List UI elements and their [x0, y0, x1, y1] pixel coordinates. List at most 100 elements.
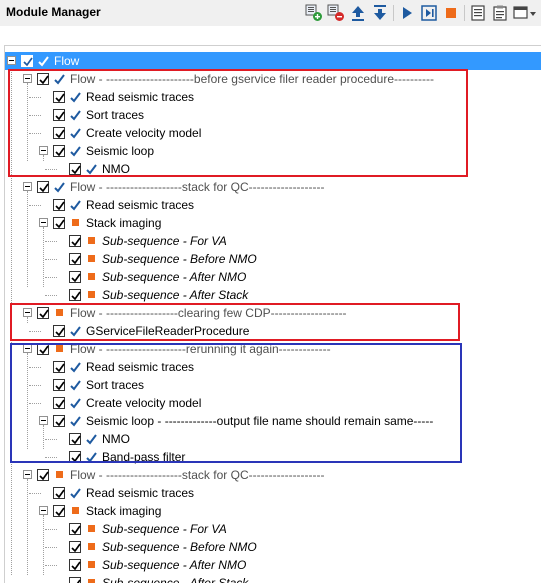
enable-checkbox[interactable]: [69, 235, 81, 247]
move-up-button[interactable]: [349, 4, 367, 22]
tree-row-module[interactable]: NMO: [5, 160, 541, 178]
collapse-toggle-icon[interactable]: [23, 470, 32, 479]
enable-checkbox[interactable]: [69, 559, 81, 571]
collapse-toggle-icon[interactable]: [23, 182, 32, 191]
tree-connector: [29, 205, 41, 206]
enable-checkbox[interactable]: [37, 307, 49, 319]
check-status-icon: [70, 486, 82, 500]
tree-row-module[interactable]: Create velocity model: [5, 124, 541, 142]
clipboard-button[interactable]: [491, 4, 509, 22]
tree-row-module[interactable]: Read seismic traces: [5, 196, 541, 214]
collapse-toggle-icon[interactable]: [39, 506, 48, 515]
tree-row-flow[interactable]: Flow: [5, 52, 541, 70]
tree-row-subsequence[interactable]: Sub-sequence - After NMO: [5, 268, 541, 286]
tree-row-flow[interactable]: Flow - ------------------clearing few CD…: [5, 304, 541, 322]
enable-checkbox[interactable]: [53, 505, 65, 517]
add-module-icon: [305, 4, 322, 21]
tree-row-flow[interactable]: Flow - -------------------stack for QC--…: [5, 466, 541, 484]
tree-row-subsequence[interactable]: Sub-sequence - Before NMO: [5, 250, 541, 268]
enable-checkbox[interactable]: [69, 451, 81, 463]
enable-checkbox[interactable]: [53, 379, 65, 391]
enable-checkbox[interactable]: [53, 109, 65, 121]
enable-checkbox[interactable]: [69, 433, 81, 445]
check-status-icon: [70, 324, 82, 338]
tree-row-module[interactable]: Read seismic traces: [5, 88, 541, 106]
tree-row-module[interactable]: Band-pass filter: [5, 448, 541, 466]
remove-module-button[interactable]: [327, 4, 345, 22]
module-manager-header: Module Manager: [0, 0, 541, 26]
tree-row-label: Sort traces: [86, 108, 145, 122]
enable-checkbox[interactable]: [53, 325, 65, 337]
tree-row-subsequence[interactable]: Sub-sequence - After Stack: [5, 286, 541, 304]
stopped-status-icon: [88, 543, 95, 550]
tree-row-subsequence[interactable]: Sub-sequence - After Stack: [5, 574, 541, 583]
tree-row-subsequence[interactable]: Sub-sequence - After NMO: [5, 556, 541, 574]
tree-row-module[interactable]: Seismic loop: [5, 142, 541, 160]
tree-row-flow[interactable]: Flow - --------------------rerunning it …: [5, 340, 541, 358]
tree-connector: [45, 529, 57, 530]
collapse-toggle-icon[interactable]: [23, 308, 32, 317]
enable-checkbox[interactable]: [69, 541, 81, 553]
tree-row-module[interactable]: Stack imaging: [5, 214, 541, 232]
enable-checkbox[interactable]: [53, 145, 65, 157]
stopped-status-icon: [88, 237, 95, 244]
collapse-toggle-icon[interactable]: [7, 56, 16, 65]
tree-row-label: Flow - --------------------rerunning it …: [70, 342, 331, 356]
enable-checkbox[interactable]: [21, 55, 33, 67]
enable-checkbox[interactable]: [69, 523, 81, 535]
tree-row-flow[interactable]: Flow - -------------------stack for QC--…: [5, 178, 541, 196]
tree-row-subsequence[interactable]: Sub-sequence - For VA: [5, 232, 541, 250]
enable-checkbox[interactable]: [69, 163, 81, 175]
tree-row-label: Stack imaging: [86, 216, 162, 230]
tree-row-module[interactable]: Seismic loop - -------------output file …: [5, 412, 541, 430]
enable-checkbox[interactable]: [53, 127, 65, 139]
enable-checkbox[interactable]: [37, 181, 49, 193]
enable-checkbox[interactable]: [53, 397, 65, 409]
enable-checkbox[interactable]: [37, 469, 49, 481]
run-button[interactable]: [398, 4, 416, 22]
window-options-icon: [513, 6, 536, 19]
enable-checkbox[interactable]: [69, 271, 81, 283]
tree-row-module[interactable]: NMO: [5, 430, 541, 448]
enable-checkbox[interactable]: [53, 91, 65, 103]
tree-connector: [45, 277, 57, 278]
collapse-toggle-icon[interactable]: [39, 416, 48, 425]
add-module-button[interactable]: [305, 4, 323, 22]
tree-connector: [29, 97, 41, 98]
window-options-button[interactable]: [513, 4, 537, 22]
tree-row-subsequence[interactable]: Sub-sequence - Before NMO: [5, 538, 541, 556]
tree-row-module[interactable]: Sort traces: [5, 106, 541, 124]
enable-checkbox[interactable]: [53, 199, 65, 211]
enable-checkbox[interactable]: [37, 73, 49, 85]
enable-checkbox[interactable]: [69, 577, 81, 583]
tree-row-flow[interactable]: Flow - ----------------------before gser…: [5, 70, 541, 88]
tree-row-subsequence[interactable]: Sub-sequence - For VA: [5, 520, 541, 538]
enable-checkbox[interactable]: [69, 289, 81, 301]
collapse-toggle-icon[interactable]: [23, 74, 32, 83]
tree-row-module[interactable]: Read seismic traces: [5, 358, 541, 376]
stop-button[interactable]: [442, 4, 460, 22]
notes-button[interactable]: [469, 4, 487, 22]
enable-checkbox[interactable]: [53, 217, 65, 229]
enable-checkbox[interactable]: [37, 343, 49, 355]
tree-row-module[interactable]: Stack imaging: [5, 502, 541, 520]
tree-row-module[interactable]: Read seismic traces: [5, 484, 541, 502]
tree-row-module[interactable]: Create velocity model: [5, 394, 541, 412]
tree-row-module[interactable]: GServiceFileReaderProcedure: [5, 322, 541, 340]
move-down-icon: [374, 5, 386, 20]
enable-checkbox[interactable]: [53, 361, 65, 373]
tree-connector: [45, 295, 57, 296]
collapse-toggle-icon[interactable]: [39, 218, 48, 227]
enable-checkbox[interactable]: [69, 253, 81, 265]
enable-checkbox[interactable]: [53, 415, 65, 427]
tree-row-label: Sub-sequence - After Stack: [102, 288, 249, 302]
tree-connector: [29, 367, 41, 368]
collapse-toggle-icon[interactable]: [23, 344, 32, 353]
enable-checkbox[interactable]: [53, 487, 65, 499]
check-status-icon: [38, 54, 50, 68]
move-down-button[interactable]: [371, 4, 389, 22]
collapse-toggle-icon[interactable]: [39, 146, 48, 155]
tree-row-module[interactable]: Sort traces: [5, 376, 541, 394]
flow-tree[interactable]: Flow Flow - ----------------------before …: [4, 45, 541, 583]
step-run-button[interactable]: [420, 4, 438, 22]
